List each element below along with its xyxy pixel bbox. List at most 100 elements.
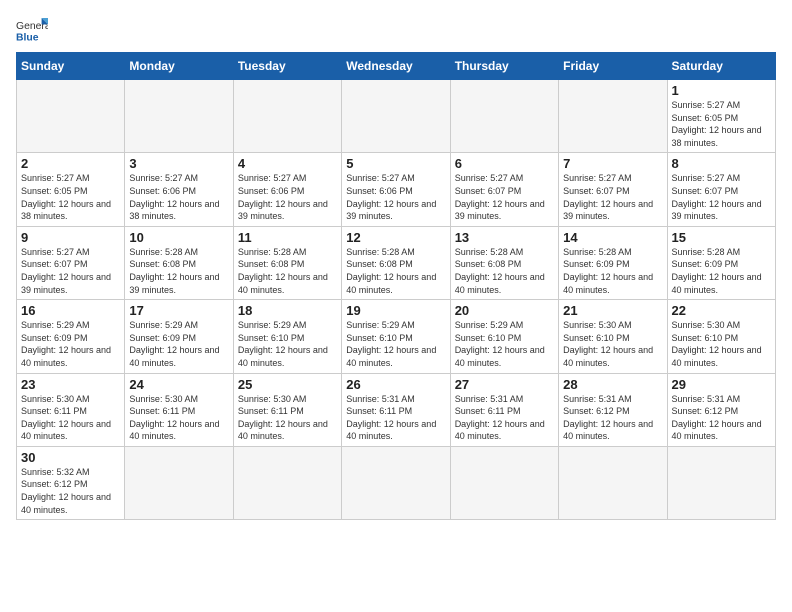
day-number: 14 — [563, 230, 662, 245]
day-number: 17 — [129, 303, 228, 318]
day-sun-info: Sunrise: 5:32 AMSunset: 6:12 PMDaylight:… — [21, 466, 120, 516]
day-number: 12 — [346, 230, 445, 245]
calendar-day-cell: 5Sunrise: 5:27 AMSunset: 6:06 PMDaylight… — [342, 153, 450, 226]
calendar-week-row: 2Sunrise: 5:27 AMSunset: 6:05 PMDaylight… — [17, 153, 776, 226]
calendar-day-cell: 11Sunrise: 5:28 AMSunset: 6:08 PMDayligh… — [233, 226, 341, 299]
calendar-day-cell: 24Sunrise: 5:30 AMSunset: 6:11 PMDayligh… — [125, 373, 233, 446]
calendar-day-cell: 28Sunrise: 5:31 AMSunset: 6:12 PMDayligh… — [559, 373, 667, 446]
day-number: 2 — [21, 156, 120, 171]
calendar-day-cell: 15Sunrise: 5:28 AMSunset: 6:09 PMDayligh… — [667, 226, 775, 299]
calendar-day-cell — [559, 80, 667, 153]
day-sun-info: Sunrise: 5:28 AMSunset: 6:09 PMDaylight:… — [672, 246, 771, 296]
day-number: 27 — [455, 377, 554, 392]
calendar-day-cell — [233, 80, 341, 153]
day-number: 22 — [672, 303, 771, 318]
day-number: 16 — [21, 303, 120, 318]
day-sun-info: Sunrise: 5:27 AMSunset: 6:07 PMDaylight:… — [21, 246, 120, 296]
day-number: 10 — [129, 230, 228, 245]
calendar-day-cell — [559, 446, 667, 519]
day-sun-info: Sunrise: 5:27 AMSunset: 6:06 PMDaylight:… — [129, 172, 228, 222]
day-number: 11 — [238, 230, 337, 245]
calendar-day-cell: 25Sunrise: 5:30 AMSunset: 6:11 PMDayligh… — [233, 373, 341, 446]
calendar-day-cell: 29Sunrise: 5:31 AMSunset: 6:12 PMDayligh… — [667, 373, 775, 446]
calendar-day-cell: 2Sunrise: 5:27 AMSunset: 6:05 PMDaylight… — [17, 153, 125, 226]
calendar-day-cell: 6Sunrise: 5:27 AMSunset: 6:07 PMDaylight… — [450, 153, 558, 226]
calendar-day-cell: 9Sunrise: 5:27 AMSunset: 6:07 PMDaylight… — [17, 226, 125, 299]
day-number: 24 — [129, 377, 228, 392]
calendar-day-cell: 30Sunrise: 5:32 AMSunset: 6:12 PMDayligh… — [17, 446, 125, 519]
day-number: 9 — [21, 230, 120, 245]
day-sun-info: Sunrise: 5:30 AMSunset: 6:11 PMDaylight:… — [238, 393, 337, 443]
calendar-day-cell: 20Sunrise: 5:29 AMSunset: 6:10 PMDayligh… — [450, 300, 558, 373]
day-sun-info: Sunrise: 5:27 AMSunset: 6:07 PMDaylight:… — [455, 172, 554, 222]
calendar-day-cell — [125, 80, 233, 153]
logo: General Blue — [16, 16, 48, 44]
calendar-day-cell: 23Sunrise: 5:30 AMSunset: 6:11 PMDayligh… — [17, 373, 125, 446]
calendar-week-row: 23Sunrise: 5:30 AMSunset: 6:11 PMDayligh… — [17, 373, 776, 446]
calendar-day-cell: 22Sunrise: 5:30 AMSunset: 6:10 PMDayligh… — [667, 300, 775, 373]
calendar-day-cell: 27Sunrise: 5:31 AMSunset: 6:11 PMDayligh… — [450, 373, 558, 446]
day-sun-info: Sunrise: 5:27 AMSunset: 6:05 PMDaylight:… — [21, 172, 120, 222]
day-number: 26 — [346, 377, 445, 392]
weekday-header-wednesday: Wednesday — [342, 53, 450, 80]
calendar-day-cell: 1Sunrise: 5:27 AMSunset: 6:05 PMDaylight… — [667, 80, 775, 153]
calendar-week-row: 30Sunrise: 5:32 AMSunset: 6:12 PMDayligh… — [17, 446, 776, 519]
calendar-week-row: 16 Sunrise: 5:29 AMSunset: 6:09 PMDayligh… — [17, 300, 776, 373]
day-sun-info: Sunrise: 5:30 AMSunset: 6:11 PMDaylight:… — [21, 393, 120, 443]
calendar-day-cell: 13Sunrise: 5:28 AMSunset: 6:08 PMDayligh… — [450, 226, 558, 299]
calendar-day-cell: 7Sunrise: 5:27 AMSunset: 6:07 PMDaylight… — [559, 153, 667, 226]
calendar-day-cell: 19Sunrise: 5:29 AMSunset: 6:10 PMDayligh… — [342, 300, 450, 373]
calendar-day-cell: 18Sunrise: 5:29 AMSunset: 6:10 PMDayligh… — [233, 300, 341, 373]
day-sun-info: Sunrise: 5:29 AMSunset: 6:09 PMDaylight:… — [129, 319, 228, 369]
day-sun-info: Sunrise: 5:28 AMSunset: 6:08 PMDaylight:… — [238, 246, 337, 296]
day-sun-info: Sunrise: 5:31 AMSunset: 6:11 PMDaylight:… — [346, 393, 445, 443]
calendar-day-cell: 26Sunrise: 5:31 AMSunset: 6:11 PMDayligh… — [342, 373, 450, 446]
day-sun-info: Sunrise: 5:29 AMSunset: 6:10 PMDaylight:… — [346, 319, 445, 369]
day-number: 6 — [455, 156, 554, 171]
day-number: 30 — [21, 450, 120, 465]
weekday-header-monday: Monday — [125, 53, 233, 80]
weekday-header-tuesday: Tuesday — [233, 53, 341, 80]
calendar-day-cell: 10Sunrise: 5:28 AMSunset: 6:08 PMDayligh… — [125, 226, 233, 299]
day-sun-info: Sunrise: 5:28 AMSunset: 6:08 PMDaylight:… — [129, 246, 228, 296]
calendar-day-cell — [233, 446, 341, 519]
day-sun-info: Sunrise: 5:29 AMSunset: 6:10 PMDaylight:… — [238, 319, 337, 369]
day-sun-info: Sunrise: 5:28 AMSunset: 6:08 PMDaylight:… — [455, 246, 554, 296]
calendar-day-cell — [450, 446, 558, 519]
day-number: 29 — [672, 377, 771, 392]
calendar-day-cell — [125, 446, 233, 519]
day-number: 28 — [563, 377, 662, 392]
calendar-table: SundayMondayTuesdayWednesdayThursdayFrid… — [16, 52, 776, 520]
day-number: 23 — [21, 377, 120, 392]
day-sun-info: Sunrise: 5:28 AMSunset: 6:09 PMDaylight:… — [563, 246, 662, 296]
generalblue-logo-icon: General Blue — [16, 16, 48, 44]
day-sun-info: Sunrise: 5:28 AMSunset: 6:08 PMDaylight:… — [346, 246, 445, 296]
weekday-header-saturday: Saturday — [667, 53, 775, 80]
weekday-header-sunday: Sunday — [17, 53, 125, 80]
day-sun-info: Sunrise: 5:27 AMSunset: 6:06 PMDaylight:… — [346, 172, 445, 222]
calendar-day-cell: 8Sunrise: 5:27 AMSunset: 6:07 PMDaylight… — [667, 153, 775, 226]
day-number: 1 — [672, 83, 771, 98]
day-number: 18 — [238, 303, 337, 318]
calendar-day-cell: 16Sunrise: 5:29 AMSunset: 6:09 PMDayligh… — [17, 300, 125, 373]
calendar-day-cell: 4Sunrise: 5:27 AMSunset: 6:06 PMDaylight… — [233, 153, 341, 226]
day-number: 3 — [129, 156, 228, 171]
day-sun-info: Sunrise: 5:31 AMSunset: 6:12 PMDaylight:… — [563, 393, 662, 443]
calendar-day-cell — [450, 80, 558, 153]
day-sun-info: Sunrise: 5:30 AMSunset: 6:11 PMDaylight:… — [129, 393, 228, 443]
day-number: 15 — [672, 230, 771, 245]
calendar-day-cell: 3Sunrise: 5:27 AMSunset: 6:06 PMDaylight… — [125, 153, 233, 226]
calendar-day-cell — [342, 80, 450, 153]
day-number: 4 — [238, 156, 337, 171]
day-number: 7 — [563, 156, 662, 171]
day-sun-info: Sunrise: 5:29 AMSunset: 6:10 PMDaylight:… — [455, 319, 554, 369]
calendar-day-cell — [667, 446, 775, 519]
calendar-week-row: 9Sunrise: 5:27 AMSunset: 6:07 PMDaylight… — [17, 226, 776, 299]
day-number: 21 — [563, 303, 662, 318]
weekday-header-row: SundayMondayTuesdayWednesdayThursdayFrid… — [17, 53, 776, 80]
day-number: 13 — [455, 230, 554, 245]
page-header: General Blue — [16, 16, 776, 44]
day-number: 5 — [346, 156, 445, 171]
day-sun-info: Sunrise: 5:30 AMSunset: 6:10 PMDaylight:… — [563, 319, 662, 369]
calendar-day-cell: 12Sunrise: 5:28 AMSunset: 6:08 PMDayligh… — [342, 226, 450, 299]
